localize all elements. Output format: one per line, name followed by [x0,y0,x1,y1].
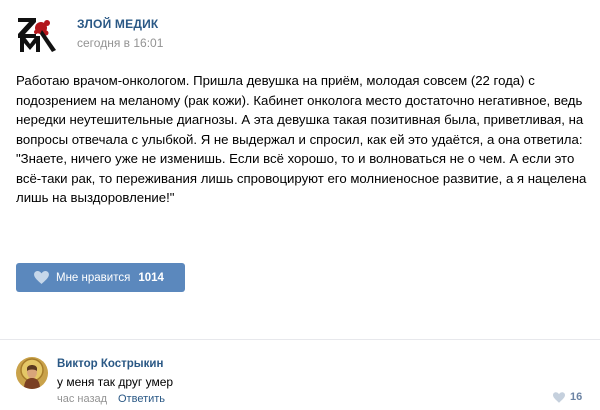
zm-logo-icon[interactable] [16,14,58,54]
like-button-label: Мне нравится [56,271,131,284]
heart-icon [34,271,49,284]
comment-item: Виктор Кострыкин у меня так друг умер ча… [0,340,600,410]
post-header: ЗЛОЙ МЕДИК сегодня в 16:01 [16,12,576,56]
like-button[interactable]: Мне нравится 1014 [16,263,185,292]
reply-link[interactable]: Ответить [118,393,165,405]
post-text: Работаю врачом-онкологом. Пришла девушка… [16,73,587,205]
heart-icon [553,391,565,403]
post-author-name[interactable]: ЗЛОЙ МЕДИК [77,17,158,31]
comment-author-name[interactable]: Виктор Кострыкин [57,358,163,370]
post-timestamp[interactable]: сегодня в 16:01 [77,36,163,50]
avatar-icon[interactable] [16,357,48,389]
comment-timestamp[interactable]: час назад [57,393,107,405]
like-count: 1014 [138,271,164,284]
comment-like-button[interactable]: 16 [553,391,582,403]
comment-text: у меня так друг умер [57,375,174,389]
comment-like-count: 16 [570,391,583,403]
